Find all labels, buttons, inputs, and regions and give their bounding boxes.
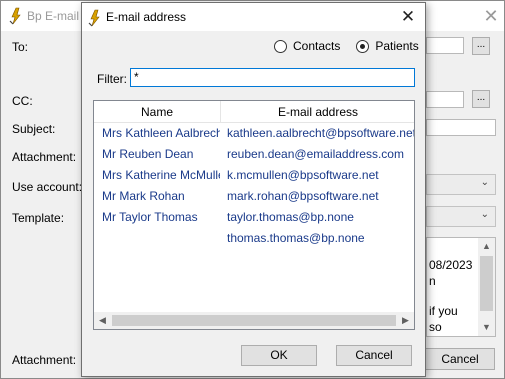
row-name: Mrs Katherine McMullen [102,168,220,182]
patients-radio-label[interactable]: Patients [375,39,418,53]
contacts-radio[interactable]: Contacts [274,39,340,53]
email-address-list[interactable]: Name E-mail address Mrs Kathleen Aalbrec… [93,100,415,330]
close-icon[interactable]: ✕ [481,6,501,26]
body-scrollbar[interactable]: ▲ ▼ [478,238,495,336]
row-name: Mr Reuben Dean [102,147,194,161]
radio-circle[interactable] [274,39,287,53]
bp-app-icon [9,7,21,25]
subject-label: Subject: [12,122,56,136]
body-line: 08/2023 [429,258,473,272]
column-header-email[interactable]: E-mail address [222,101,414,123]
scroll-right-icon[interactable]: ▶ [397,312,414,329]
row-email: kathleen.aalbrecht@bpsoftware.net [227,126,415,140]
horizontal-scrollbar[interactable]: ◀ ▶ [94,312,414,329]
row-email: taylor.thomas@bp.none [227,210,354,224]
filter-input[interactable]: * [130,68,415,87]
cancel-button[interactable]: Cancel [336,345,412,366]
row-email: mark.rohan@bpsoftware.net [227,189,379,203]
dialog-titlebar: E-mail address ✕ [82,3,425,31]
row-email: reuben.dean@emailaddress.com [227,147,404,161]
source-radio-group: Contacts Patients [274,39,435,53]
row-email: thomas.thomas@bp.none [227,231,365,245]
attachment-bottom-label: Attachment: [12,353,77,367]
email-cancel-button[interactable]: Cancel [425,348,495,370]
contacts-radio-label[interactable]: Contacts [293,39,340,53]
close-icon[interactable]: ✕ [397,7,419,27]
column-header-name[interactable]: Name [94,101,221,123]
list-item[interactable]: Mr Taylor Thomas taylor.thomas@bp.none [94,207,414,228]
cc-browse-button[interactable]: ... [472,90,490,108]
email-address-dialog: E-mail address ✕ Contacts Patients Filte… [81,2,426,377]
chevron-down-icon: ⌄ [480,209,489,220]
body-line: n [429,274,436,288]
use-account-label: Use account: [12,180,83,194]
scroll-down-icon[interactable]: ▼ [478,319,495,336]
row-name: Mrs Kathleen Aalbrecht [102,126,220,140]
scroll-up-icon[interactable]: ▲ [478,238,495,255]
cc-label: CC: [12,94,33,108]
scroll-left-icon[interactable]: ◀ [94,312,111,329]
radio-circle-checked[interactable] [356,39,370,53]
chevron-down-icon: ⌄ [480,177,489,188]
list-item[interactable]: Mr Mark Rohan mark.rohan@bpsoftware.net [94,186,414,207]
email-window-title: Bp E-mail [27,9,80,23]
template-combo[interactable]: ⌄ [426,206,496,227]
row-name: Mr Taylor Thomas [102,210,198,224]
body-line: if you [429,304,458,318]
scroll-thumb[interactable] [112,315,396,326]
attachment-label: Attachment: [12,150,77,164]
filter-label: Filter: [97,72,127,86]
list-header: Name E-mail address [94,101,414,123]
message-body[interactable]: 08/2023 n if you so ▲ ▼ [426,237,496,337]
list-item[interactable]: Mrs Katherine McMullen k.mcmullen@bpsoft… [94,165,414,186]
list-item[interactable]: Mrs Kathleen Aalbrecht kathleen.aalbrech… [94,123,414,144]
cc-field[interactable] [426,91,464,108]
body-line: so [429,320,442,334]
row-name: Mr Mark Rohan [102,189,185,203]
to-browse-button[interactable]: ... [472,37,490,55]
dialog-title: E-mail address [106,10,187,24]
to-label: To: [12,40,29,54]
patients-radio[interactable]: Patients [356,39,419,53]
bp-app-icon [88,9,100,27]
scroll-thumb[interactable] [480,256,493,311]
template-label: Template: [12,211,65,225]
list-item[interactable]: Mr Reuben Dean reuben.dean@emailaddress.… [94,144,414,165]
subject-field[interactable] [426,119,496,136]
ok-button[interactable]: OK [241,345,317,366]
list-item[interactable]: thomas.thomas@bp.none [94,228,414,249]
use-account-combo[interactable]: ⌄ [426,174,496,195]
row-email: k.mcmullen@bpsoftware.net [227,168,379,182]
